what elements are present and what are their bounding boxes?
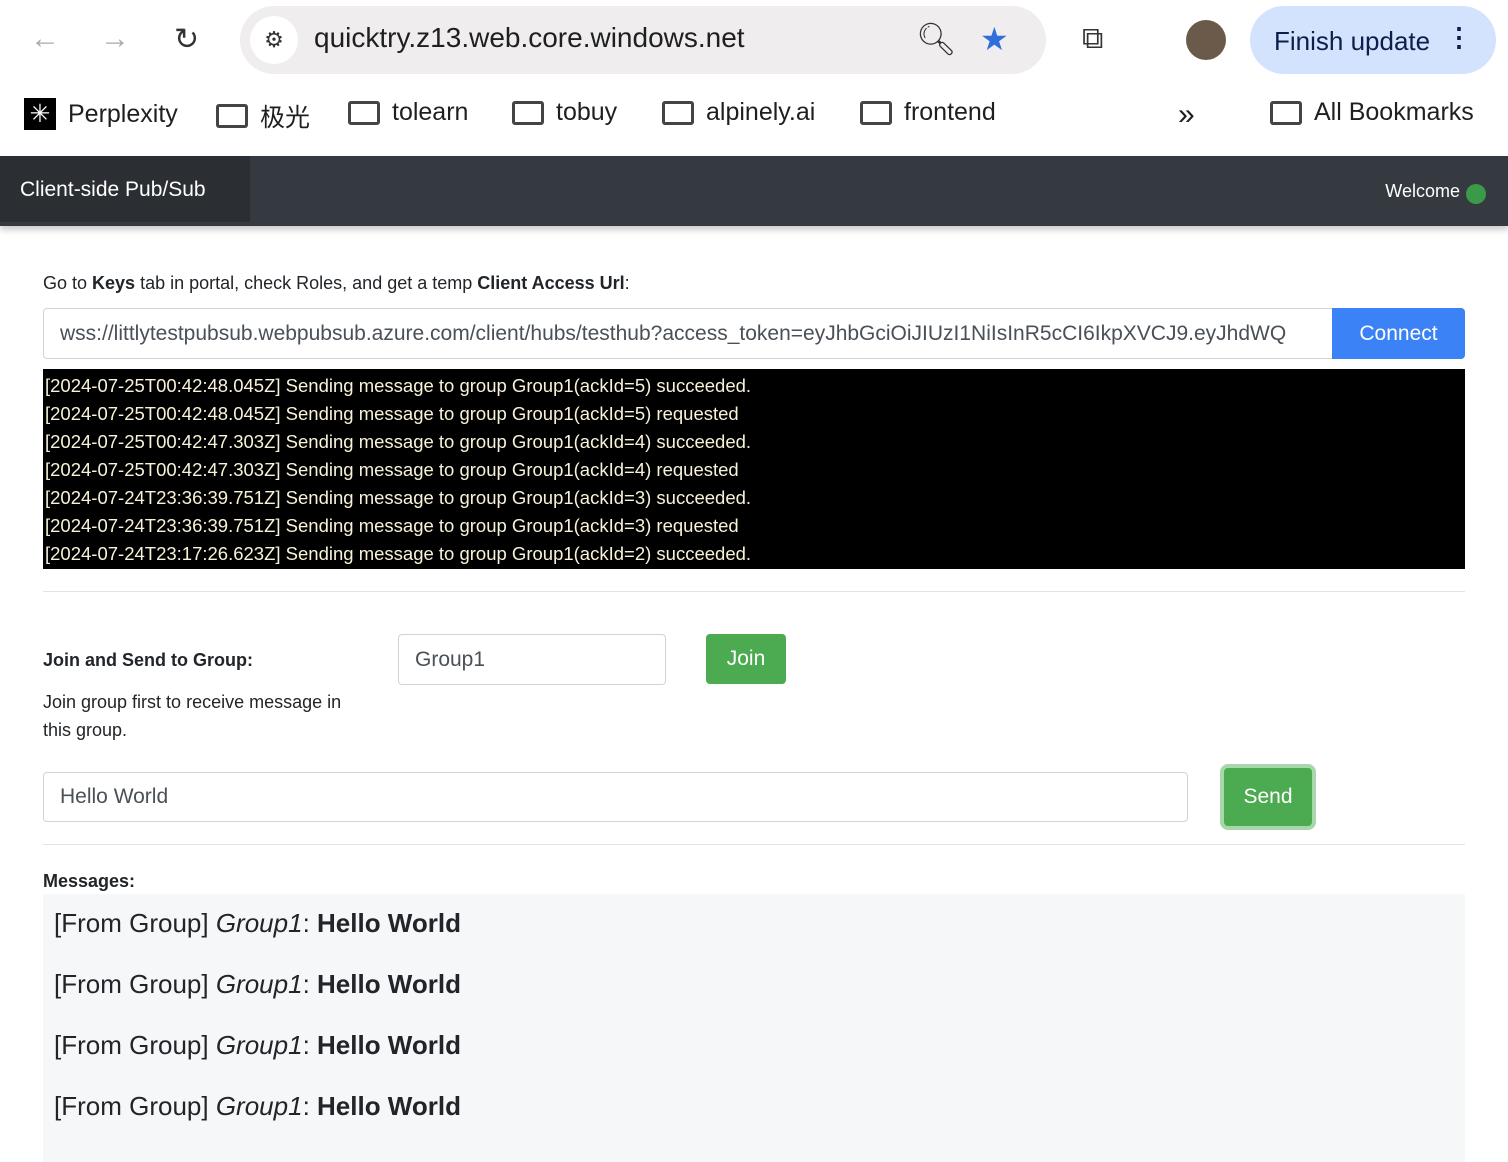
site-settings-icon[interactable]: ⚙ (250, 16, 298, 64)
join-button[interactable]: Join (706, 634, 786, 684)
avatar[interactable] (1186, 20, 1226, 60)
bookmark-label: tolearn (392, 98, 469, 126)
folder-icon (512, 100, 544, 125)
more-icon[interactable]: ⋮ (1446, 22, 1472, 53)
bookmark-folder[interactable]: 极光 (216, 98, 310, 134)
forward-button[interactable]: → (100, 22, 130, 56)
log-line: [2024-07-24T23:17:26.623Z] Sending messa… (45, 543, 752, 564)
bookmark-star-icon[interactable]: ★ (980, 20, 1009, 58)
message-input[interactable]: Hello World (43, 772, 1188, 822)
all-bookmarks[interactable]: All Bookmarks (1270, 98, 1474, 127)
folder-icon (860, 100, 892, 125)
folder-icon (1270, 100, 1302, 125)
client-access-url-input[interactable]: wss://littlytestpubsub.webpubsub.azure.c… (43, 308, 1333, 359)
message-item: [From Group] Group1: Hello World (54, 1030, 461, 1060)
group-hint: Join group first to receive message in t… (43, 692, 342, 740)
bookmark-perplexity[interactable]: ✳ Perplexity (24, 98, 178, 130)
welcome-text: Welcome (1385, 181, 1460, 201)
finish-update-label: Finish update (1274, 26, 1431, 56)
connect-button[interactable]: Connect (1332, 308, 1465, 359)
messages-list: [From Group] Group1: Hello World [From G… (43, 894, 1465, 1162)
send-button[interactable]: Send (1224, 768, 1312, 826)
divider (43, 844, 1465, 845)
folder-icon (348, 100, 380, 125)
zoom-icon[interactable]: 🔍︎ (916, 20, 957, 58)
log-line: [2024-07-24T23:36:39.751Z] Sending messa… (45, 515, 739, 536)
group-name-input[interactable]: Group1 (398, 634, 666, 685)
bookmark-label: frontend (904, 98, 996, 126)
bookmark-folder[interactable]: frontend (860, 98, 996, 127)
reload-button[interactable]: ↻ (174, 22, 199, 57)
address-bar[interactable]: ⚙ quicktry.z13.web.core.windows.net 🔍︎ ★ (240, 6, 1046, 74)
bookmark-folder[interactable]: alpinely.ai (662, 98, 815, 127)
group-label: Join and Send to Group: (43, 650, 253, 670)
brand[interactable]: Client-side Pub/Sub (0, 156, 250, 222)
log-console: [2024-07-25T00:42:48.045Z] Sending messa… (43, 369, 1465, 569)
message-item: [From Group] Group1: Hello World (54, 908, 461, 938)
bookmark-label: tobuy (556, 98, 618, 126)
messages-label: Messages: (43, 871, 136, 891)
log-line: [2024-07-25T00:42:48.045Z] Sending messa… (45, 403, 739, 424)
bookmark-label: Perplexity (68, 99, 178, 128)
folder-icon (216, 104, 248, 128)
log-line: [2024-07-24T23:36:39.751Z] Sending messa… (45, 487, 752, 508)
bookmark-label: 极光 (260, 104, 311, 132)
log-line: [2024-07-25T00:42:48.045Z] Sending messa… (45, 375, 752, 396)
url-text[interactable]: quicktry.z13.web.core.windows.net (314, 22, 745, 54)
bookmark-folder[interactable]: tobuy (512, 98, 617, 127)
browser-chrome: ← → ↻ ⚙ quicktry.z13.web.core.windows.ne… (0, 0, 1508, 156)
instructions: Go to Keys tab in portal, check Roles, a… (43, 273, 630, 293)
message-item: [From Group] Group1: Hello World (54, 969, 461, 999)
message-item: [From Group] Group1: Hello World (54, 1091, 461, 1121)
connection-status-indicator (1466, 184, 1486, 204)
finish-update-button[interactable]: Finish update ⋮ (1250, 6, 1496, 74)
extensions-icon[interactable]: ⧉ (1082, 22, 1103, 56)
folder-icon (662, 100, 694, 125)
bookmark-label: All Bookmarks (1314, 98, 1474, 126)
more-bookmarks-icon[interactable]: » (1178, 98, 1195, 132)
back-button[interactable]: ← (30, 22, 60, 56)
bookmark-folder[interactable]: tolearn (348, 98, 468, 127)
log-line: [2024-07-25T00:42:47.303Z] Sending messa… (45, 431, 752, 452)
log-line: [2024-07-25T00:42:47.303Z] Sending messa… (45, 459, 739, 480)
bookmark-label: alpinely.ai (706, 98, 816, 126)
navbar: Client-side Pub/Sub Welcome (0, 156, 1508, 226)
perplexity-icon: ✳ (24, 98, 56, 130)
divider (43, 591, 1465, 592)
